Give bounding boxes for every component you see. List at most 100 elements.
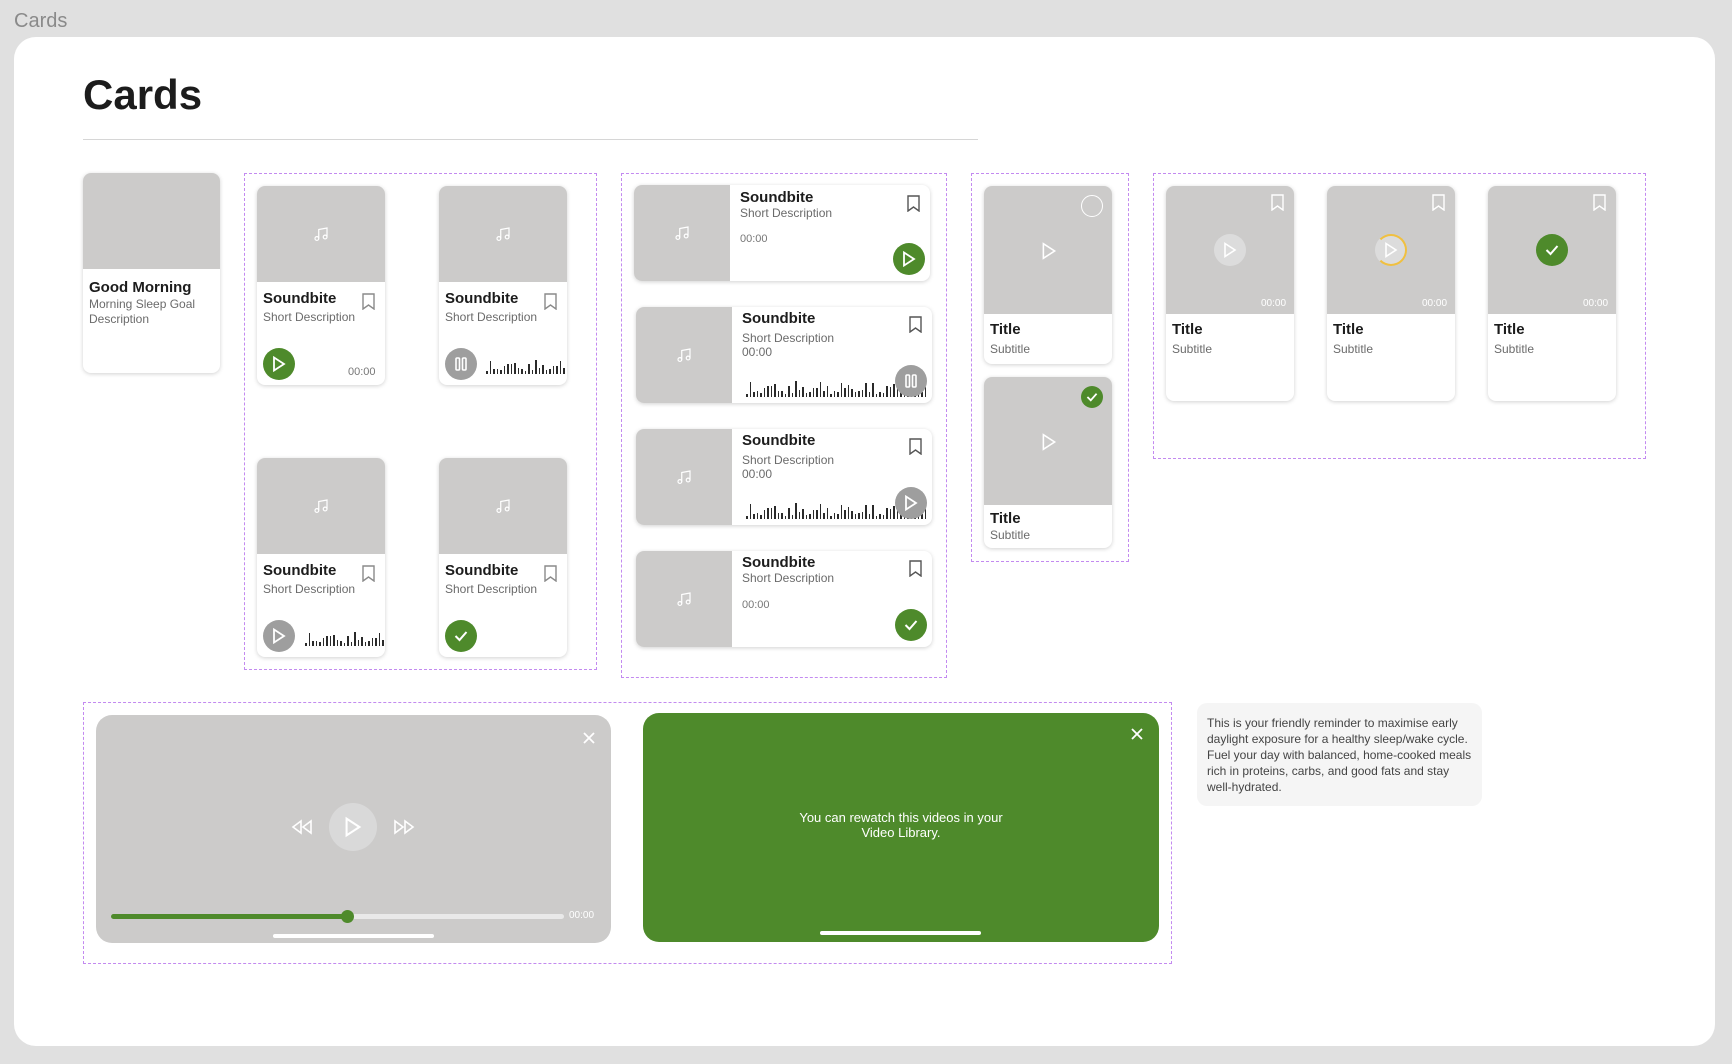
waveform-bar bbox=[382, 640, 384, 646]
waveform-bar bbox=[514, 362, 516, 374]
card-subtitle: Subtitle bbox=[990, 528, 1031, 542]
play-button[interactable] bbox=[1214, 234, 1246, 266]
waveform-bar bbox=[777, 390, 779, 397]
progress-track[interactable] bbox=[111, 910, 564, 923]
soundbite-card[interactable]: Soundbite Short Description bbox=[439, 186, 567, 385]
waveform-bar bbox=[816, 387, 818, 397]
check-icon[interactable] bbox=[1081, 386, 1103, 408]
waveform-bar bbox=[357, 639, 359, 646]
home-indicator bbox=[273, 934, 434, 938]
progress-fill bbox=[111, 914, 347, 919]
waveform-bar bbox=[336, 640, 338, 646]
check-icon[interactable] bbox=[445, 620, 477, 652]
waveform-bar bbox=[563, 368, 565, 374]
bookmark-icon[interactable] bbox=[361, 292, 375, 310]
waveform-bar bbox=[305, 643, 307, 646]
bookmark-icon[interactable] bbox=[906, 194, 920, 212]
soundbite-card[interactable]: Soundbite Short Description 00:00 bbox=[257, 186, 385, 385]
play-button[interactable] bbox=[895, 487, 927, 519]
duration: 00:00 bbox=[742, 345, 773, 359]
play-button[interactable] bbox=[329, 803, 377, 851]
select-circle-icon[interactable] bbox=[1081, 195, 1103, 217]
soundbite-row[interactable]: Soundbite Short Description 00:00 bbox=[636, 307, 932, 403]
waveform-bar bbox=[496, 368, 498, 374]
video-card[interactable]: Title Subtitle bbox=[984, 186, 1112, 364]
fast-forward-icon[interactable] bbox=[393, 817, 415, 837]
waveform-bar bbox=[886, 386, 888, 397]
good-morning-card[interactable]: Good Morning Morning Sleep Goal Descript… bbox=[83, 173, 220, 373]
waveform-bar bbox=[493, 369, 495, 374]
soundbite-row[interactable]: Soundbite Short Description 00:00 bbox=[636, 429, 932, 525]
check-icon[interactable] bbox=[1536, 234, 1568, 266]
waveform-bar bbox=[517, 368, 519, 374]
video-card[interactable]: 00:00 Title Subtitle bbox=[1327, 186, 1455, 401]
waveform-bar bbox=[326, 636, 328, 646]
video-card[interactable]: 00:00 Title Subtitle bbox=[1488, 186, 1616, 401]
bookmark-icon[interactable] bbox=[1592, 193, 1606, 211]
waveform-bar bbox=[840, 382, 842, 397]
bookmark-icon[interactable] bbox=[908, 315, 922, 333]
bookmark-icon[interactable] bbox=[1270, 193, 1284, 211]
duration: 00:00 bbox=[742, 599, 770, 611]
soundbite-card[interactable]: Soundbite Short Description bbox=[439, 458, 567, 657]
bookmark-icon[interactable] bbox=[543, 292, 557, 310]
pause-button[interactable] bbox=[895, 365, 927, 397]
waveform-bar bbox=[319, 641, 321, 646]
bookmark-icon[interactable] bbox=[1431, 193, 1445, 211]
waveform-bar bbox=[343, 642, 345, 646]
green-modal: You can rewatch this videos in your Vide… bbox=[643, 713, 1159, 942]
waveform-bar bbox=[812, 387, 814, 397]
pause-button[interactable] bbox=[445, 348, 477, 380]
waveform-bar bbox=[854, 392, 856, 397]
progress-knob[interactable] bbox=[340, 910, 354, 923]
waveform-bar bbox=[805, 392, 807, 397]
video-card[interactable]: 00:00 Title Subtitle bbox=[1166, 186, 1294, 401]
waveform-bar bbox=[756, 391, 758, 397]
close-icon[interactable] bbox=[1129, 726, 1145, 742]
soundbite-row[interactable]: Soundbite Short Description 00:00 bbox=[634, 185, 930, 281]
waveform-bar bbox=[798, 389, 800, 397]
waveform-bar bbox=[510, 364, 512, 374]
waveform-bar bbox=[802, 509, 804, 519]
waveform-bar bbox=[872, 382, 874, 397]
rewind-icon[interactable] bbox=[291, 817, 313, 837]
waveform-bar bbox=[753, 391, 755, 397]
bookmark-icon[interactable] bbox=[908, 559, 922, 577]
waveform-bar bbox=[770, 386, 772, 397]
waveform-bar bbox=[777, 512, 779, 519]
card-description: Short Description bbox=[445, 582, 538, 596]
loading-play-button[interactable] bbox=[1375, 234, 1407, 266]
music-note-icon bbox=[493, 224, 513, 244]
video-player[interactable]: 00:00 bbox=[96, 715, 611, 943]
bookmark-icon[interactable] bbox=[908, 437, 922, 455]
soundbite-row[interactable]: Soundbite Short Description 00:00 bbox=[636, 551, 932, 647]
bookmark-icon[interactable] bbox=[543, 564, 557, 582]
duration: 00:00 bbox=[742, 467, 773, 481]
duration: 00:00 bbox=[569, 910, 595, 921]
waveform-bar bbox=[823, 512, 825, 519]
waveform-bar bbox=[865, 382, 867, 397]
waveform-bar bbox=[805, 514, 807, 519]
waveform-bar bbox=[763, 509, 765, 519]
play-button[interactable] bbox=[893, 243, 925, 275]
waveform-bar bbox=[784, 393, 786, 397]
waveform-bar bbox=[350, 641, 352, 646]
card-title: Good Morning bbox=[89, 279, 192, 296]
waveform-bar bbox=[538, 367, 540, 374]
waveform-bar bbox=[830, 393, 832, 397]
bookmark-icon[interactable] bbox=[361, 564, 375, 582]
waveform-bar bbox=[886, 508, 888, 519]
check-icon[interactable] bbox=[895, 609, 927, 641]
card-title: Soundbite bbox=[263, 290, 337, 307]
waveform-bar bbox=[767, 507, 769, 519]
waveform-bar bbox=[767, 385, 769, 397]
soundbite-card[interactable]: Soundbite Short Description bbox=[257, 458, 385, 657]
row-title: Soundbite bbox=[742, 310, 816, 327]
video-card[interactable]: Title Subtitle bbox=[984, 377, 1112, 548]
waveform-bar bbox=[315, 640, 317, 646]
play-button[interactable] bbox=[263, 620, 295, 652]
waveform-bar bbox=[552, 365, 554, 374]
waveform-bar bbox=[791, 514, 793, 519]
close-icon[interactable] bbox=[581, 730, 597, 746]
play-button[interactable] bbox=[263, 348, 295, 380]
